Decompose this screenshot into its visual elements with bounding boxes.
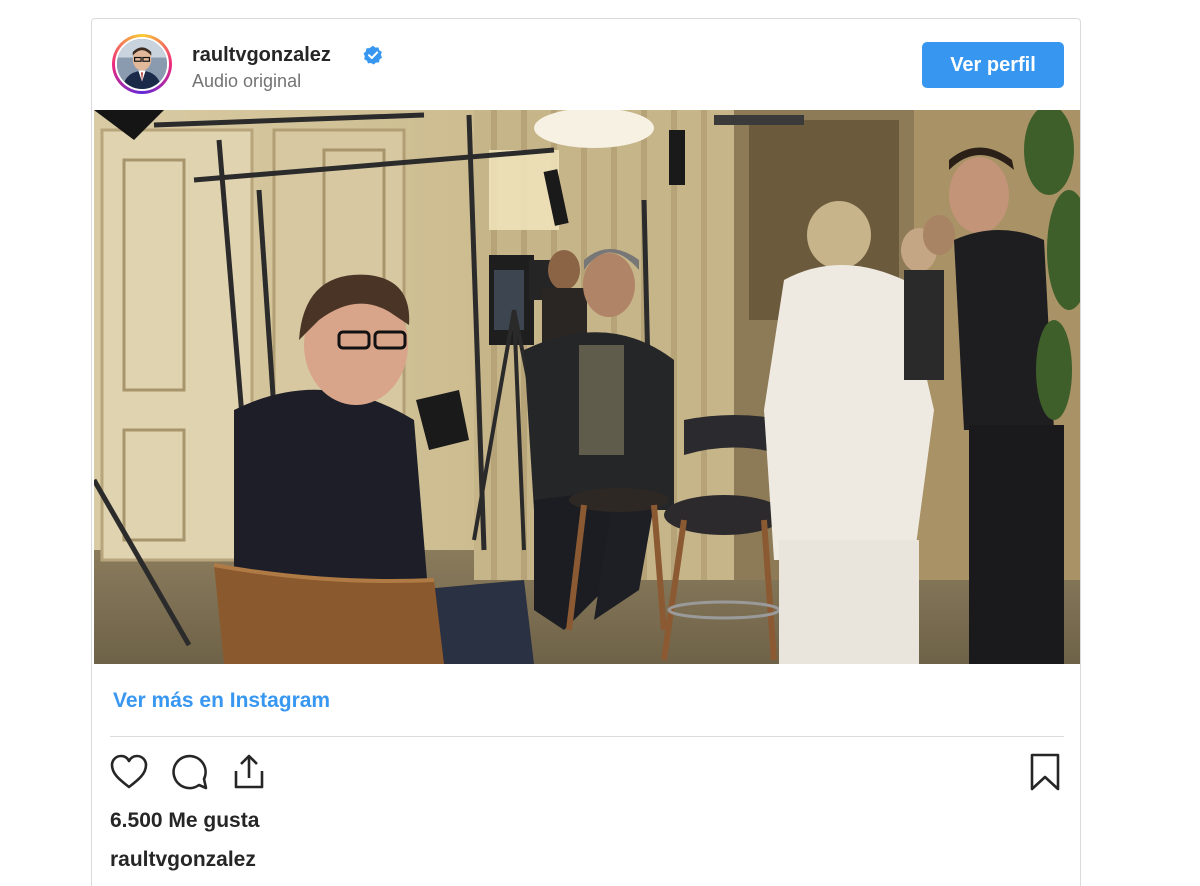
comment-icon[interactable] (169, 751, 211, 793)
post-username[interactable]: raultvgonzalez (192, 44, 331, 67)
view-profile-button[interactable]: Ver perfil (922, 42, 1064, 88)
avatar-story-ring[interactable] (112, 34, 172, 94)
caption-username[interactable]: raultvgonzalez (110, 848, 256, 872)
likes-count[interactable]: 6.500 Me gusta (110, 809, 259, 833)
heart-icon[interactable] (108, 751, 150, 793)
post-video[interactable] (94, 110, 1080, 664)
audio-subtitle[interactable]: Audio original (192, 71, 301, 92)
avatar[interactable] (115, 37, 169, 91)
divider (110, 736, 1064, 737)
share-icon[interactable] (228, 751, 270, 793)
post-header: raultvgonzalez Audio original Ver perfil (92, 19, 1080, 110)
verified-badge-icon (363, 45, 382, 65)
view-more-on-instagram-link[interactable]: Ver más en Instagram (113, 689, 330, 713)
bookmark-icon[interactable] (1024, 751, 1066, 793)
instagram-embed-card: raultvgonzalez Audio original Ver perfil (91, 18, 1081, 886)
post-actions (108, 751, 1068, 795)
